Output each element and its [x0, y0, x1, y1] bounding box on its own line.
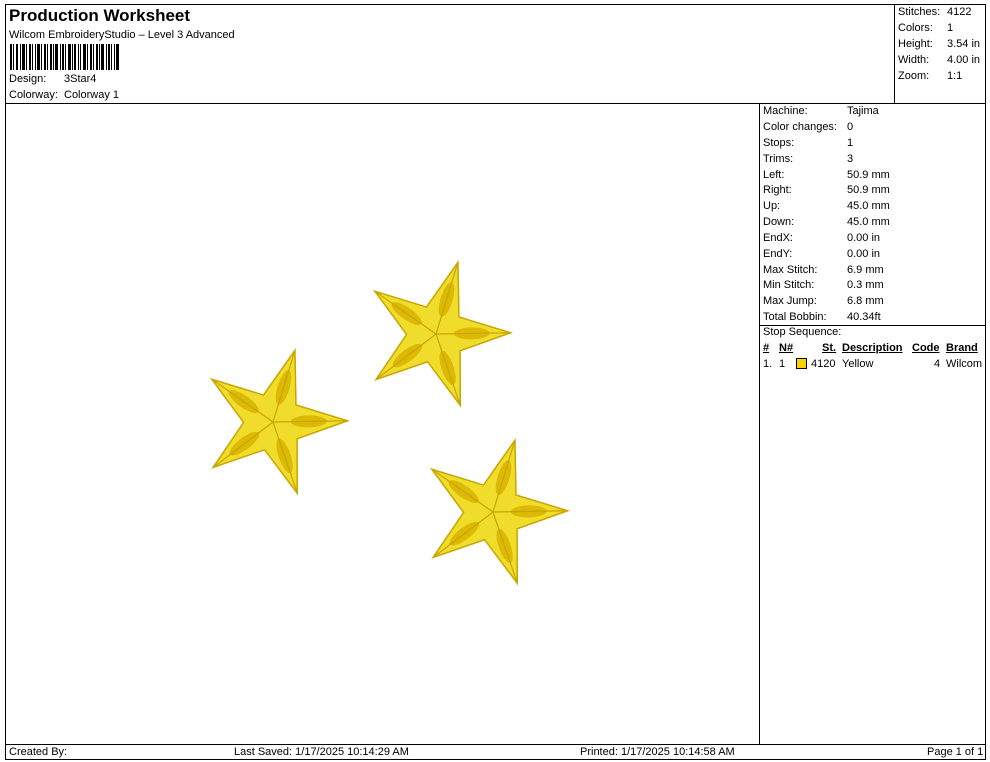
design-summary: Stitches: 4122 Colors: 1 Height: 3.54 in Wi… — [894, 5, 986, 104]
detail-row: Left: 50.9 mm — [763, 169, 890, 181]
detail-value: Tajima — [847, 105, 879, 117]
star-1 — [186, 328, 364, 502]
detail-value: 6.9 mm — [847, 264, 884, 276]
detail-row: Min Stitch: 0.3 mm — [763, 279, 884, 291]
embroidery-design — [186, 240, 584, 592]
detail-row: Down: 45.0 mm — [763, 216, 890, 228]
stop-brand: Wilcom — [946, 358, 983, 370]
colors-row: Colors: 1 — [898, 22, 953, 34]
page-title: Production Worksheet — [9, 6, 191, 25]
detail-value: 0 — [847, 121, 854, 133]
stop-description: Yellow — [842, 358, 874, 370]
detail-value: 0.3 mm — [847, 279, 884, 291]
detail-value: 0.00 in — [847, 232, 881, 244]
detail-label: Max Jump: — [763, 295, 817, 307]
design-value: 3Star4 — [64, 73, 97, 85]
barcode-icon — [10, 44, 119, 70]
stop-stitches: 4120 — [811, 358, 836, 370]
zoom-value: 1:1 — [947, 70, 963, 82]
colors-label: Colors: — [898, 22, 933, 34]
created-by: Created By: — [9, 746, 68, 758]
detail-label: Max Stitch: — [763, 264, 818, 276]
height-value: 3.54 in — [947, 38, 981, 50]
detail-label: EndY: — [763, 248, 793, 260]
detail-row: Right: 50.9 mm — [763, 184, 890, 196]
colorway-value: Colorway 1 — [64, 89, 120, 101]
colorway-row: Colorway: Colorway 1 — [9, 89, 119, 101]
design-row: Design: 3Star4 — [9, 73, 96, 85]
worksheet-footer: Created By: Last Saved: 1/17/2025 10:14:… — [6, 744, 986, 760]
detail-label: Color changes: — [763, 121, 837, 133]
machine-details: Machine: Tajima Color changes: 0 Stops: 1 T… — [760, 104, 986, 744]
height-label: Height: — [898, 38, 933, 50]
column-header-num: # — [763, 342, 770, 354]
height-row: Height: 3.54 in — [898, 38, 980, 50]
detail-label: EndX: — [763, 232, 793, 244]
detail-label: Left: — [763, 169, 785, 181]
stitches-value: 4122 — [947, 6, 972, 18]
column-header-description: Description — [842, 342, 903, 354]
worksheet-header: Production Worksheet Wilcom EmbroiderySt… — [6, 5, 894, 104]
stop-sequence-title: Stop Sequence: — [763, 326, 842, 338]
detail-row: EndX: 0.00 in — [763, 232, 880, 244]
production-worksheet: Production Worksheet Wilcom EmbroiderySt… — [5, 4, 986, 760]
detail-row: Machine: Tajima — [763, 105, 879, 117]
detail-label: Right: — [763, 184, 792, 196]
detail-label: Trims: — [763, 153, 794, 165]
detail-value: 45.0 mm — [847, 200, 890, 212]
page-number: Page 1 of 1 — [927, 746, 984, 758]
detail-row: Trims: 3 — [763, 153, 853, 165]
design-label: Design: — [9, 73, 47, 85]
column-header-stitches: St. — [822, 342, 837, 354]
colors-value: 1 — [947, 22, 954, 34]
stitches-label: Stitches: — [898, 6, 941, 18]
last-saved: Last Saved: 1/17/2025 10:14:29 AM — [234, 746, 409, 758]
detail-value: 50.9 mm — [847, 169, 890, 181]
zoom-row: Zoom: 1:1 — [898, 70, 962, 82]
detail-row: Up: 45.0 mm — [763, 200, 890, 212]
color-swatch — [796, 358, 807, 369]
stop-needle: 1 — [779, 358, 786, 370]
printed-date: Printed: 1/17/2025 10:14:58 AM — [580, 746, 735, 758]
stop-num: 1. — [763, 358, 773, 370]
software-name: Wilcom EmbroideryStudio – Level 3 Advanc… — [9, 29, 235, 41]
column-header-brand: Brand — [946, 342, 978, 354]
detail-label: Machine: — [763, 105, 808, 117]
detail-value: 0.00 in — [847, 248, 881, 260]
colorway-label: Colorway: — [9, 89, 58, 101]
detail-row: Max Stitch: 6.9 mm — [763, 264, 884, 276]
detail-value: 40.34ft — [847, 311, 881, 323]
detail-label: Total Bobbin: — [763, 311, 827, 323]
detail-row: Total Bobbin: 40.34ft — [763, 311, 881, 323]
column-header-code: Code — [912, 342, 940, 354]
detail-label: Min Stitch: — [763, 279, 815, 291]
stitches-row: Stitches: 4122 — [898, 6, 971, 18]
detail-row: Max Jump: 6.8 mm — [763, 295, 884, 307]
stop-code: 4 — [934, 358, 941, 370]
width-row: Width: 4.00 in — [898, 54, 980, 66]
zoom-label: Zoom: — [898, 70, 930, 82]
width-value: 4.00 in — [947, 54, 981, 66]
design-preview — [6, 104, 760, 744]
detail-value: 50.9 mm — [847, 184, 890, 196]
detail-value: 1 — [847, 137, 854, 149]
column-header-needle: N# — [779, 342, 794, 354]
detail-value: 3 — [847, 153, 854, 165]
detail-row: Color changes: 0 — [763, 121, 853, 133]
detail-value: 6.8 mm — [847, 295, 884, 307]
detail-label: Up: — [763, 200, 781, 212]
detail-value: 45.0 mm — [847, 216, 890, 228]
width-label: Width: — [898, 54, 930, 66]
detail-row: Stops: 1 — [763, 137, 853, 149]
star-2 — [349, 240, 527, 414]
detail-row: EndY: 0.00 in — [763, 248, 880, 260]
star-3 — [406, 418, 584, 592]
detail-label: Stops: — [763, 137, 795, 149]
detail-label: Down: — [763, 216, 795, 228]
